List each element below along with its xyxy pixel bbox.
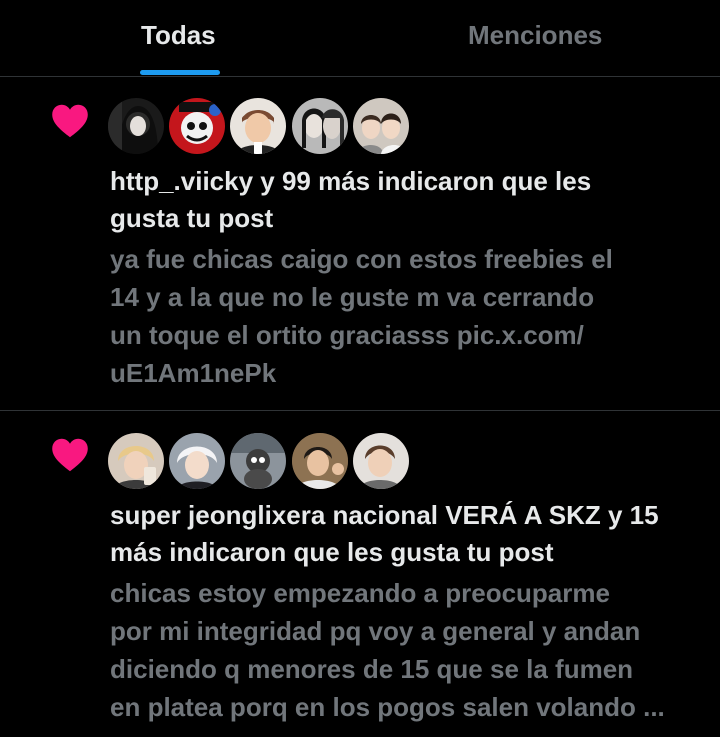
post-preview-line: en platea porq en los pogos salen voland…	[110, 692, 665, 722]
post-preview[interactable]: ya fue chicas caigo con estos freebies e…	[110, 240, 690, 392]
avatar[interactable]	[169, 98, 225, 154]
avatar[interactable]	[230, 98, 286, 154]
post-preview[interactable]: chicas estoy empezando a preocuparme por…	[110, 574, 690, 726]
tab-menciones[interactable]: Menciones	[360, 0, 720, 76]
post-preview-line: por mi integridad pq voy a general y and…	[110, 616, 641, 646]
notification-tabs: Todas Menciones	[0, 0, 720, 77]
avatar[interactable]	[292, 98, 348, 154]
headline-line: http_.viicky y 99 más indicaron que les	[110, 166, 592, 196]
avatar[interactable]	[353, 98, 409, 154]
notification-headline: http_.viicky y 99 más indicaron que les …	[110, 163, 670, 237]
liker-avatars	[108, 433, 418, 491]
post-preview-line: ya fue chicas caigo con estos freebies e…	[110, 244, 613, 274]
liker-avatars	[108, 98, 418, 156]
tab-todas-label: Todas	[141, 20, 216, 50]
post-preview-line: un toque el ortito graciasss pic.x.com/	[110, 320, 584, 350]
avatar[interactable]	[108, 433, 164, 489]
avatar[interactable]	[169, 433, 225, 489]
avatar[interactable]	[353, 433, 409, 489]
post-preview-line: diciendo q menores de 15 que se la fumen	[110, 654, 634, 684]
avatar[interactable]	[292, 433, 348, 489]
headline-line: super jeonglixera nacional VERÁ A SKZ y …	[110, 500, 659, 530]
post-preview-line: uE1Am1nePk	[110, 358, 277, 388]
avatar[interactable]	[108, 98, 164, 154]
tab-menciones-label: Menciones	[468, 20, 603, 50]
avatar[interactable]	[230, 433, 286, 489]
notification-headline: super jeonglixera nacional VERÁ A SKZ y …	[110, 497, 690, 571]
active-tab-indicator	[140, 70, 220, 75]
tab-todas[interactable]: Todas	[0, 0, 360, 76]
notification-item[interactable]: http_.viicky y 99 más indicaron que les …	[0, 77, 720, 411]
headline-line: gusta tu post	[110, 203, 274, 233]
heart-icon	[52, 104, 88, 138]
notification-item[interactable]: super jeonglixera nacional VERÁ A SKZ y …	[0, 411, 720, 737]
post-preview-line: chicas estoy empezando a preocuparme	[110, 578, 610, 608]
heart-icon	[52, 438, 88, 472]
post-preview-line: 14 y a la que no le guste m va cerrando	[110, 282, 595, 312]
headline-line: más indicaron que les gusta tu post	[110, 537, 554, 567]
